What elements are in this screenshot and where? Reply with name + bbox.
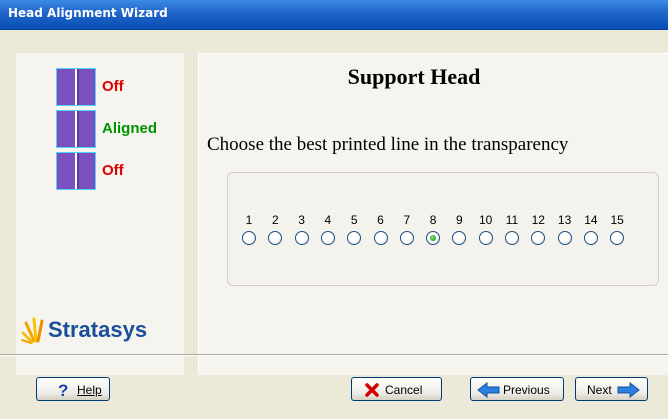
right-arrow-icon <box>617 382 640 398</box>
help-button[interactable]: ? Help <box>36 377 110 401</box>
question-icon: ? <box>58 381 68 399</box>
line-number-label: 4 <box>324 213 332 227</box>
red-x-icon <box>365 383 379 397</box>
line-radio-5[interactable] <box>347 231 362 245</box>
previous-button[interactable]: Previous <box>470 377 564 401</box>
head-block-icon <box>56 68 96 106</box>
head-block-icon <box>56 152 96 190</box>
window-title: Head Alignment Wizard <box>8 6 168 20</box>
line-number-labels: 1 2 3 4 5 6 7 8 9 10 11 12 13 14 15 <box>242 213 662 227</box>
title-bar: Head Alignment Wizard <box>0 0 668 30</box>
line-radio-2[interactable] <box>268 231 283 245</box>
head-status-panel: Off Aligned Off Stratasys <box>16 53 184 375</box>
line-number-label: 1 <box>245 213 253 227</box>
line-radio-7[interactable] <box>399 231 414 245</box>
line-radio-8[interactable] <box>426 231 441 245</box>
instruction-text: Choose the best printed line in the tran… <box>207 134 569 155</box>
line-radio-11[interactable] <box>505 231 519 245</box>
line-number-label: 5 <box>350 213 358 227</box>
line-radio-1[interactable] <box>242 231 256 245</box>
line-number-label: 13 <box>557 213 572 227</box>
next-label: Next <box>587 383 612 397</box>
status-label-1: Off <box>102 78 124 95</box>
line-number-label: 7 <box>403 213 411 227</box>
cancel-label: Cancel <box>385 383 423 397</box>
wizard-window: Off Aligned Off Stratasys Support Head C… <box>0 30 668 419</box>
stratasys-burst-icon <box>21 317 44 344</box>
page-title: Support Head <box>347 64 481 89</box>
line-number-label: 12 <box>531 213 545 227</box>
alignment-panel: Support Head Choose the best printed lin… <box>198 53 668 375</box>
line-number-label: 9 <box>456 213 463 227</box>
line-radio-12[interactable] <box>531 231 546 245</box>
help-label: Help <box>77 383 102 397</box>
line-radio-3[interactable] <box>294 231 309 245</box>
line-radio-13[interactable] <box>557 231 572 245</box>
status-label-3: Off <box>102 162 124 179</box>
line-number-label: 3 <box>298 213 305 227</box>
line-radio-group <box>242 231 662 247</box>
line-number-label: 14 <box>584 213 598 227</box>
logo-text: Stratasys <box>48 317 148 342</box>
line-radio-6[interactable] <box>373 231 388 245</box>
status-label-2: Aligned <box>102 120 157 137</box>
line-radio-15[interactable] <box>610 231 625 245</box>
next-button[interactable]: Next <box>575 377 648 401</box>
line-number-label: 8 <box>429 213 437 227</box>
stratasys-logo: Stratasys <box>20 311 180 351</box>
status-row-1: Off <box>56 68 186 106</box>
line-choice-group: 1 2 3 4 5 6 7 8 9 10 11 12 13 14 15 <box>227 172 659 286</box>
line-number-label: 15 <box>610 213 624 227</box>
footer-separator <box>0 354 668 356</box>
previous-label: Previous <box>503 383 550 397</box>
line-number-label: 11 <box>505 213 519 227</box>
left-arrow-icon <box>477 382 500 398</box>
status-row-3: Off <box>56 152 186 190</box>
line-number-label: 2 <box>271 213 279 227</box>
head-block-icon <box>56 110 96 148</box>
cancel-button[interactable]: Cancel <box>351 377 442 401</box>
line-number-label: 10 <box>479 213 493 227</box>
line-radio-4[interactable] <box>320 231 335 245</box>
line-radio-14[interactable] <box>583 231 598 245</box>
svg-text:?: ? <box>58 381 68 399</box>
status-row-2: Aligned <box>56 110 186 148</box>
line-number-label: 6 <box>377 213 384 227</box>
line-radio-9[interactable] <box>452 231 467 245</box>
line-radio-10[interactable] <box>478 231 493 245</box>
